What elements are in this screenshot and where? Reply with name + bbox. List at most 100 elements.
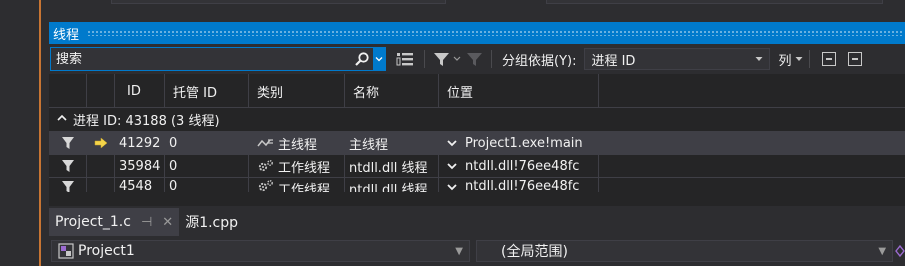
thread-id: 35984: [115, 155, 165, 177]
close-icon[interactable]: ✕: [162, 215, 173, 230]
top-field-left: [111, 0, 446, 4]
pin-icon[interactable]: ⊣: [141, 215, 152, 230]
flag-icon: [61, 137, 74, 149]
groupby-label: 分组依据(Y):: [502, 53, 577, 69]
scope-label: (全局范围): [500, 244, 568, 260]
chevron-down-icon: [375, 57, 383, 62]
left-edge: [0, 0, 41, 266]
toolbar-separator: [491, 50, 492, 68]
chevron-down-icon: ▼: [455, 245, 463, 257]
process-group-label: 进程 ID: 43188 (3 线程): [73, 114, 220, 129]
thread-category: 主线程: [249, 132, 345, 154]
search-dropdown-button[interactable]: [373, 48, 385, 70]
tab-label: Project_1.c: [55, 214, 131, 230]
list-icon: [396, 53, 413, 66]
thread-category: 工作线程: [249, 155, 345, 177]
search-call-stack-button[interactable]: [392, 47, 418, 71]
flag-icon: [61, 160, 74, 172]
unflag-button[interactable]: [465, 47, 485, 71]
project-label: Project1: [78, 243, 135, 259]
scope-dropdown[interactable]: (全局范围) ▼: [475, 240, 894, 262]
current-thread-arrow-icon: [94, 137, 107, 149]
threads-panel: 线程 搜索 分组依据(Y): 进程 ID 列 ID 托管 ID 类别 名称 位置…: [49, 22, 905, 206]
column-header-id[interactable]: ID: [115, 74, 165, 108]
column-header-category[interactable]: 类别: [249, 74, 345, 108]
search-box: [50, 47, 386, 71]
member-icon: [895, 244, 905, 258]
tab-project-1-c[interactable]: Project_1.c ⊣ ✕: [49, 208, 180, 236]
thread-managed-id: 0: [165, 155, 249, 177]
panel-title: 线程: [53, 27, 80, 43]
chevron-down-icon: [795, 57, 803, 61]
column-header-filler: [599, 74, 905, 108]
thread-id: 4548: [115, 178, 165, 192]
column-header-managed-id[interactable]: 托管 ID: [165, 74, 249, 108]
flag-filter-icon: [434, 53, 461, 66]
thread-category: 工作线程: [249, 178, 345, 192]
thread-location-label: ntdll.dll!76ee48fc: [465, 179, 580, 192]
expand-groups-button[interactable]: [848, 52, 863, 66]
location-expand-button[interactable]: [443, 179, 461, 191]
editor-navigation-bar: Project1 ▼ (全局范围) ▼: [49, 236, 905, 266]
groupby-value: 进程 ID: [591, 53, 636, 69]
thread-category-label: 工作线程: [278, 160, 331, 176]
unflag-icon: [467, 53, 482, 66]
search-icon: [355, 52, 369, 66]
column-header-marker[interactable]: [87, 74, 115, 108]
thread-flag-cell[interactable]: [49, 178, 87, 192]
process-group-row[interactable]: 进程 ID: 43188 (3 线程): [49, 108, 905, 132]
top-field-right: [546, 0, 883, 4]
thread-name: ntdll.dll 线程: [345, 155, 439, 177]
thread-name: ntdll.dll 线程: [345, 178, 439, 192]
thread-location[interactable]: ntdll.dll!76ee48fc: [439, 178, 599, 192]
flag-filter-button[interactable]: [431, 47, 465, 71]
collapse-groups-button[interactable]: [822, 52, 837, 66]
chevron-down-icon: [447, 139, 457, 146]
thread-location[interactable]: ntdll.dll!76ee48fc: [439, 155, 599, 177]
column-header-location[interactable]: 位置: [439, 74, 599, 108]
column-header-flag[interactable]: [49, 74, 87, 108]
threads-toolbar: 分组依据(Y): 进程 ID 列: [49, 44, 905, 74]
thread-managed-id: 0: [165, 132, 249, 154]
thread-location-label: ntdll.dll!76ee48fc: [465, 158, 580, 174]
thread-row[interactable]: 35984 0 工作线程 ntdll.dll 线程 ntdll.dll!76ee…: [49, 155, 905, 178]
thread-id: 41292: [115, 132, 165, 154]
thread-flag-cell[interactable]: [49, 155, 87, 177]
row-filler: [599, 132, 905, 154]
editor-tab-bar: Project_1.c ⊣ ✕ 源1.cpp: [49, 208, 905, 236]
thread-managed-id: 0: [165, 178, 249, 192]
chevron-down-icon: [755, 57, 763, 61]
chevron-down-icon: [447, 162, 457, 169]
thread-location-label: Project1.exe!main: [465, 135, 583, 151]
location-expand-button[interactable]: [443, 139, 461, 147]
top-band: [41, 0, 905, 18]
thread-name: 主线程: [345, 132, 439, 154]
toolbar-separator: [809, 50, 811, 68]
main-thread-icon: [257, 139, 273, 147]
ide-window: 线程 搜索 分组依据(Y): 进程 ID 列 ID 托管 ID 类别 名称 位置…: [0, 0, 905, 266]
column-header-name[interactable]: 名称: [345, 74, 439, 108]
tab-label: 源1.cpp: [185, 215, 239, 231]
chevron-up-icon[interactable]: [57, 114, 67, 125]
thread-location[interactable]: Project1.exe!main: [439, 132, 599, 154]
panel-title-bar[interactable]: 线程: [49, 22, 905, 44]
location-expand-button[interactable]: [443, 162, 461, 170]
row-filler: [599, 178, 905, 192]
search-input[interactable]: [51, 51, 351, 67]
worker-thread-icon: [258, 160, 273, 172]
groupby-select[interactable]: 进程 ID: [584, 48, 771, 70]
project-dropdown[interactable]: Project1 ▼: [51, 240, 470, 262]
columns-label: 列: [778, 53, 792, 69]
columns-button[interactable]: 列: [778, 50, 803, 69]
thread-category-label: 工作线程: [278, 183, 331, 192]
thread-flag-cell[interactable]: [49, 132, 87, 154]
current-thread-marker: [87, 178, 115, 192]
chevron-down-icon: [447, 184, 457, 191]
thread-category-label: 主线程: [278, 137, 318, 153]
tab-source-1-cpp[interactable]: 源1.cpp: [179, 208, 244, 236]
thread-row[interactable]: 41292 0 主线程 主线程 Project1.exe!main: [49, 132, 905, 155]
current-thread-marker: [87, 132, 115, 154]
thread-row[interactable]: 4548 0 工作线程 ntdll.dll 线程 ntdll.dll!76ee4…: [49, 178, 905, 192]
project-icon: [58, 243, 74, 259]
search-button[interactable]: [351, 48, 373, 70]
